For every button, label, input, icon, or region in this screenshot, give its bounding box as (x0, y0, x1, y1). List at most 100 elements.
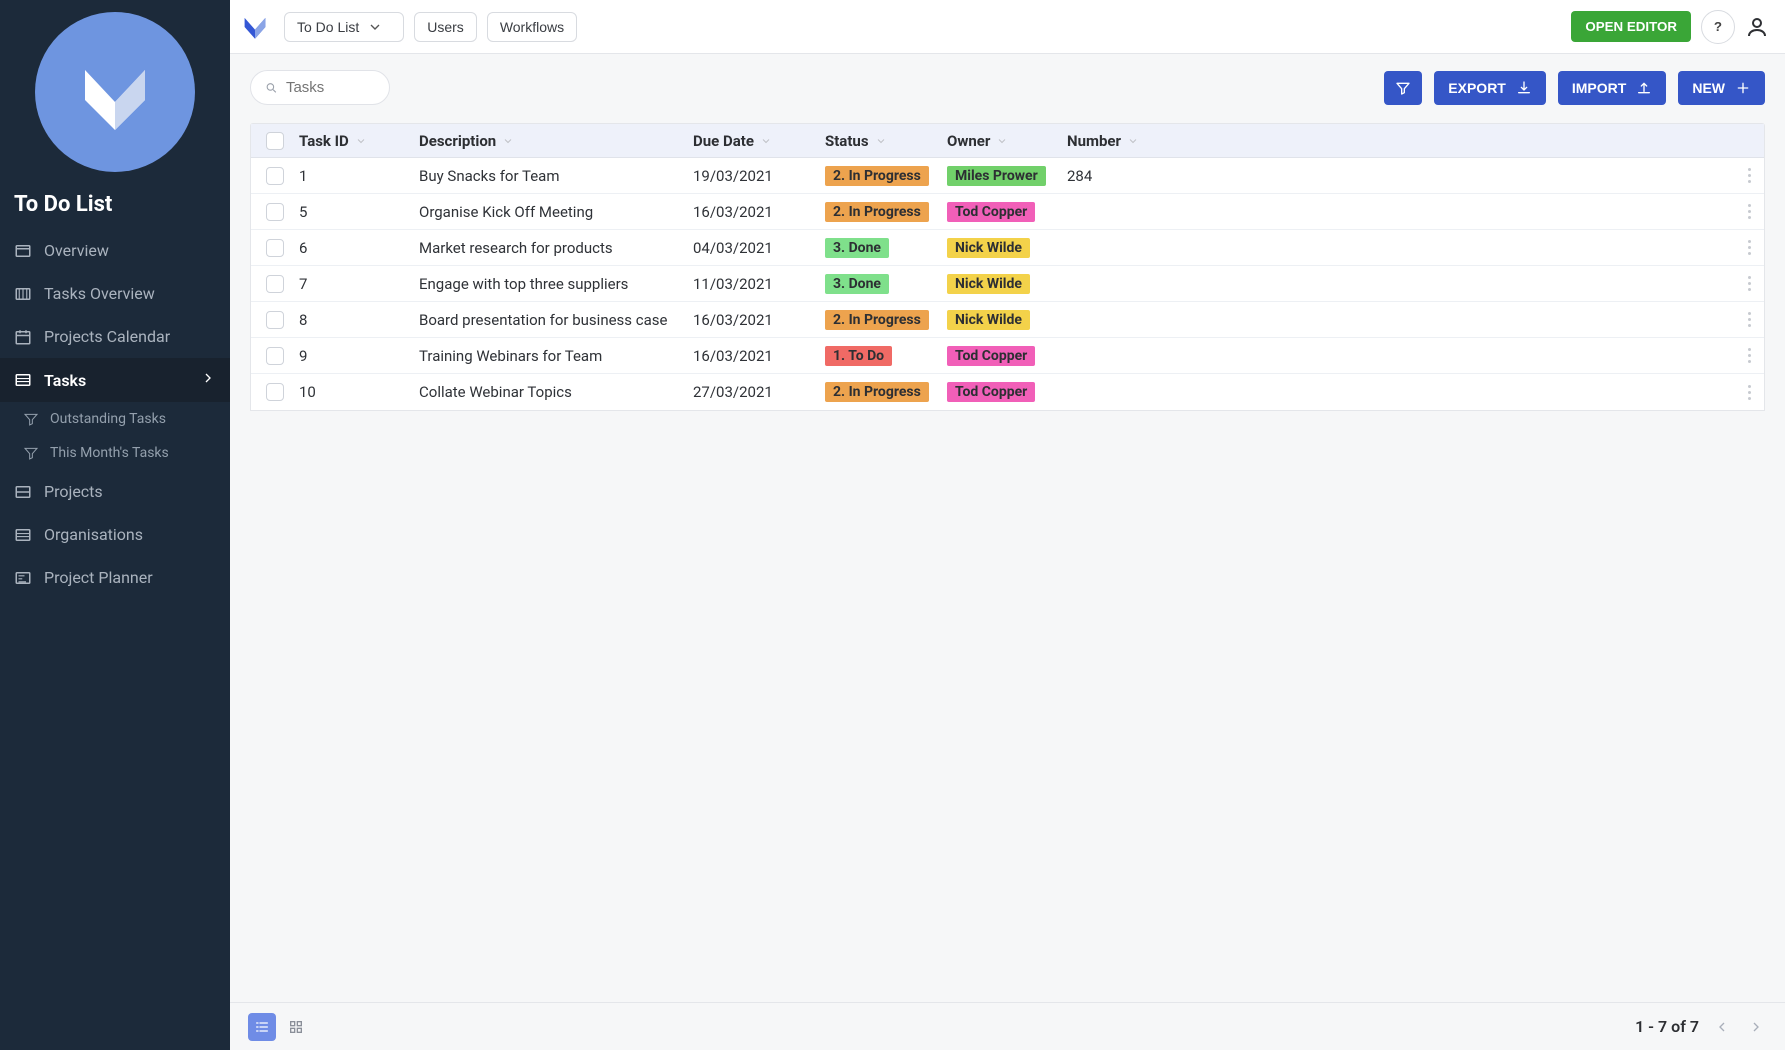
table-row[interactable]: 8Board presentation for business case16/… (251, 302, 1764, 338)
table-row[interactable]: 5Organise Kick Off Meeting16/03/20212. I… (251, 194, 1764, 230)
row-checkbox[interactable] (266, 383, 284, 401)
th-description[interactable]: Description (419, 132, 693, 150)
sidebar-item-projects-calendar[interactable]: Projects Calendar (0, 315, 230, 358)
sidebar-item-project-planner[interactable]: Project Planner (0, 556, 230, 599)
pager: 1 - 7 of 7 (1635, 1016, 1767, 1038)
grid-view-button[interactable] (282, 1013, 310, 1041)
sidebar-title: To Do List (0, 182, 230, 229)
select-all-checkbox[interactable] (266, 132, 284, 150)
main: To Do List Users Workflows OPEN EDITOR ?… (230, 0, 1785, 1050)
users-button[interactable]: Users (414, 12, 477, 42)
row-menu-button[interactable] (1739, 202, 1759, 222)
export-button[interactable]: EXPORT (1434, 71, 1546, 105)
new-button[interactable]: NEW (1678, 71, 1765, 105)
row-menu-button[interactable] (1739, 238, 1759, 258)
sort-icon (502, 135, 514, 147)
chevron-down-icon (367, 19, 383, 35)
chevron-left-icon (1714, 1019, 1730, 1035)
nav-label: Projects (44, 482, 103, 501)
row-checkbox[interactable] (266, 239, 284, 257)
nav-label: Organisations (44, 525, 143, 544)
search-icon (265, 80, 278, 96)
cell-due-date: 11/03/2021 (693, 275, 825, 293)
cell-number: 284 (1067, 167, 1734, 185)
sidebar: To Do List OverviewTasks Overview Project… (0, 0, 230, 1050)
row-checkbox[interactable] (266, 167, 284, 185)
footer: 1 - 7 of 7 (230, 1002, 1785, 1050)
cell-due-date: 19/03/2021 (693, 167, 825, 185)
row-menu-button[interactable] (1739, 274, 1759, 294)
row-checkbox[interactable] (266, 275, 284, 293)
row-menu-button[interactable] (1739, 166, 1759, 186)
th-due-date[interactable]: Due Date (693, 132, 825, 150)
cell-status: 3. Done (825, 238, 947, 258)
th-owner[interactable]: Owner (947, 132, 1067, 150)
sidebar-item-tasks-overview[interactable]: Tasks Overview (0, 272, 230, 315)
pager-next[interactable] (1745, 1016, 1767, 1038)
download-icon (1516, 80, 1532, 96)
sidebar-subitem-outstanding-tasks[interactable]: Outstanding Tasks (0, 402, 230, 436)
grid-icon (288, 1019, 304, 1035)
cell-status: 1. To Do (825, 346, 947, 366)
context-dropdown[interactable]: To Do List (284, 12, 404, 42)
row-menu-button[interactable] (1739, 310, 1759, 330)
upload-icon (1636, 80, 1652, 96)
row-menu-button[interactable] (1739, 346, 1759, 366)
sort-icon (875, 135, 887, 147)
cell-description: Organise Kick Off Meeting (419, 203, 693, 221)
cell-owner: Miles Prower (947, 166, 1067, 186)
table-row[interactable]: 10Collate Webinar Topics27/03/20212. In … (251, 374, 1764, 410)
list-view-button[interactable] (248, 1013, 276, 1041)
cell-owner: Nick Wilde (947, 238, 1067, 258)
sidebar-item-overview[interactable]: Overview (0, 229, 230, 272)
row-menu-button[interactable] (1739, 382, 1759, 402)
sort-icon (1127, 135, 1139, 147)
cell-status: 3. Done (825, 274, 947, 294)
cell-status: 2. In Progress (825, 166, 947, 186)
nav-label: Projects Calendar (44, 327, 170, 346)
row-checkbox[interactable] (266, 347, 284, 365)
workflows-button[interactable]: Workflows (487, 12, 577, 42)
cell-task-id: 5 (299, 203, 419, 221)
search-input[interactable] (286, 79, 375, 96)
nav-icon (14, 242, 32, 260)
cell-task-id: 1 (299, 167, 419, 185)
sidebar-subitem-this-month's-tasks[interactable]: This Month's Tasks (0, 436, 230, 470)
nav-label: Tasks (44, 371, 86, 390)
th-status[interactable]: Status (825, 132, 947, 150)
pager-prev[interactable] (1711, 1016, 1733, 1038)
fox-logo-icon (65, 42, 165, 142)
table-row[interactable]: 9Training Webinars for Team16/03/20211. … (251, 338, 1764, 374)
import-button[interactable]: IMPORT (1558, 71, 1666, 105)
cell-task-id: 9 (299, 347, 419, 365)
cell-due-date: 16/03/2021 (693, 347, 825, 365)
list-icon (254, 1019, 270, 1035)
search-box[interactable] (250, 70, 390, 105)
account-icon[interactable] (1745, 15, 1769, 39)
cell-description: Collate Webinar Topics (419, 383, 693, 401)
table-row[interactable]: 6Market research for products04/03/20213… (251, 230, 1764, 266)
cell-task-id: 7 (299, 275, 419, 293)
cell-due-date: 16/03/2021 (693, 203, 825, 221)
cell-status: 2. In Progress (825, 202, 947, 222)
table-row[interactable]: 7Engage with top three suppliers11/03/20… (251, 266, 1764, 302)
sidebar-item-projects[interactable]: Projects (0, 470, 230, 513)
sort-icon (760, 135, 772, 147)
view-toggle (248, 1013, 310, 1041)
nav-icon (14, 285, 32, 303)
cell-owner: Tod Copper (947, 202, 1067, 222)
row-checkbox[interactable] (266, 203, 284, 221)
row-checkbox[interactable] (266, 311, 284, 329)
filter-button[interactable] (1384, 71, 1422, 105)
open-editor-button[interactable]: OPEN EDITOR (1571, 11, 1691, 42)
table-header: Task ID Description Due Date Status Owne… (251, 124, 1764, 158)
topbar: To Do List Users Workflows OPEN EDITOR ? (230, 0, 1785, 54)
sidebar-item-organisations[interactable]: Organisations (0, 513, 230, 556)
sidebar-nav: OverviewTasks Overview Projects Calendar T… (0, 229, 230, 599)
help-button[interactable]: ? (1701, 10, 1735, 44)
th-task-id[interactable]: Task ID (299, 132, 419, 150)
table-row[interactable]: 1Buy Snacks for Team19/03/20212. In Prog… (251, 158, 1764, 194)
th-number[interactable]: Number (1067, 132, 1734, 150)
sidebar-item-tasks[interactable]: Tasks (0, 358, 230, 402)
cell-description: Engage with top three suppliers (419, 275, 693, 293)
